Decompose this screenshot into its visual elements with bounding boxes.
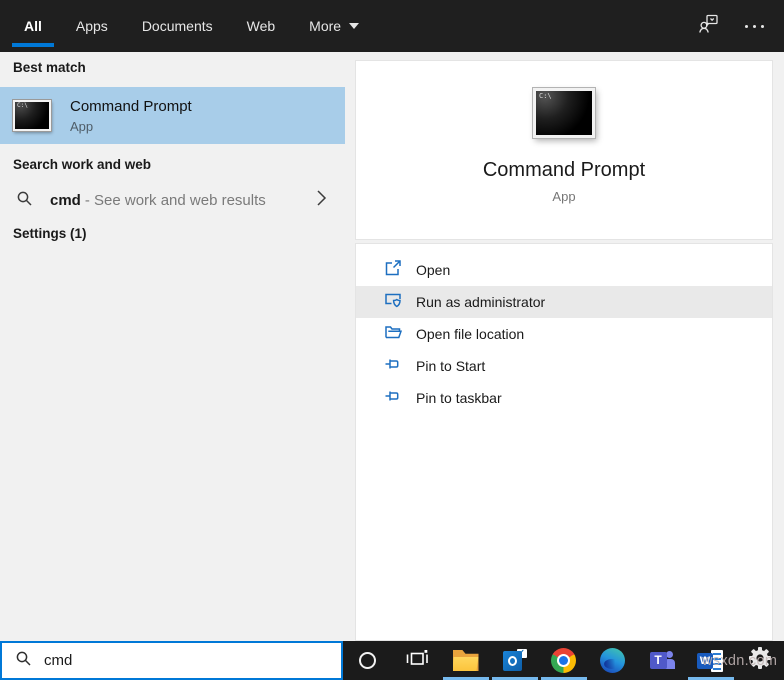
pin-icon [384, 355, 402, 378]
search-flyout-topbar: All Apps Documents Web More [0, 0, 784, 52]
open-icon [384, 259, 402, 282]
search-web-header: Search work and web [13, 157, 152, 172]
terminal-prompt-text: C:\ [17, 102, 28, 109]
query-text: cmd [50, 192, 81, 209]
chevron-right-icon[interactable] [316, 189, 327, 212]
action-open-label: Open [416, 262, 451, 278]
search-icon [15, 650, 32, 672]
best-match-subtitle: App [70, 118, 94, 134]
best-match-text: Command Prompt App [70, 98, 192, 134]
action-pin-to-start[interactable]: Pin to Start [356, 350, 772, 382]
results-panel: Best match C:\ Command Prompt App Search… [0, 52, 345, 641]
command-prompt-icon-large: C:\ [533, 88, 595, 138]
web-search-result-row[interactable]: cmd - See work and web results [0, 182, 345, 219]
open-app-indicator [688, 676, 734, 680]
tab-apps[interactable]: Apps [74, 0, 110, 52]
tab-web[interactable]: Web [245, 0, 278, 52]
tab-documents[interactable]: Documents [140, 0, 215, 52]
cortana-icon [359, 652, 376, 669]
search-icon [16, 190, 33, 212]
action-open-file-location-label: Open file location [416, 326, 525, 342]
tab-documents-label: Documents [141, 18, 213, 34]
chevron-down-icon [349, 23, 360, 29]
action-pin-to-taskbar[interactable]: Pin to taskbar [356, 382, 772, 414]
tab-web-label: Web [246, 18, 276, 34]
taskbar-chrome-button[interactable] [539, 641, 588, 680]
command-prompt-icon: C:\ [13, 100, 51, 131]
web-search-suffix: - See work and web results [84, 192, 266, 209]
teams-icon: T [649, 649, 675, 673]
action-pin-to-start-label: Pin to Start [416, 358, 486, 374]
feedback-icon[interactable] [697, 12, 721, 41]
action-open-file-location[interactable]: Open file location [356, 318, 772, 350]
run-as-admin-shield-icon [384, 291, 402, 314]
search-filter-tabs: All Apps Documents Web More [0, 0, 361, 52]
tab-more[interactable]: More [307, 0, 361, 52]
action-pin-to-taskbar-label: Pin to taskbar [416, 390, 502, 406]
more-options-icon[interactable] [745, 24, 764, 28]
taskbar-search-box[interactable] [0, 641, 343, 680]
best-match-result-command-prompt[interactable]: C:\ Command Prompt App [0, 87, 345, 144]
open-app-indicator [492, 676, 538, 680]
action-open[interactable]: Open [356, 254, 772, 286]
watermark: wsxdn.com [702, 653, 778, 669]
chrome-icon [551, 648, 576, 673]
best-match-header: Best match [13, 60, 86, 75]
taskbar-edge-button[interactable] [588, 641, 637, 680]
task-view-icon [404, 645, 430, 676]
tab-all-label: All [24, 18, 42, 34]
app-title: Command Prompt [482, 159, 646, 181]
taskbar-task-view-button[interactable] [392, 641, 441, 680]
settings-section-header: Settings (1) [13, 226, 87, 241]
search-results-flyout: Best match C:\ Command Prompt App Search… [0, 52, 784, 641]
outlook-icon: ✓ [502, 648, 527, 673]
web-search-query: cmd - See work and web results [50, 192, 266, 209]
terminal-prompt-text: C:\ [539, 92, 552, 100]
file-explorer-icon [452, 650, 479, 671]
edge-icon [600, 648, 625, 673]
app-subtitle: App [552, 189, 576, 204]
open-app-indicator [541, 676, 587, 680]
best-match-title: Command Prompt [70, 97, 192, 115]
taskbar-teams-button[interactable]: T [637, 641, 686, 680]
action-run-as-administrator[interactable]: Run as administrator [356, 286, 772, 318]
tab-more-label: More [309, 18, 342, 34]
taskbar-file-explorer-button[interactable] [441, 641, 490, 680]
search-input[interactable] [44, 652, 294, 669]
action-run-as-administrator-label: Run as administrator [416, 294, 546, 310]
pin-icon [384, 387, 402, 410]
open-folder-icon [384, 323, 403, 346]
app-detail-panel: C:\ Command Prompt App [356, 61, 772, 239]
tab-all[interactable]: All [12, 0, 54, 52]
open-app-indicator [443, 676, 489, 680]
tab-apps-label: Apps [75, 18, 108, 34]
taskbar-cortana-button[interactable] [343, 641, 392, 680]
app-actions-panel: Open Run as administrator Open file loca… [356, 244, 772, 640]
taskbar-outlook-button[interactable]: ✓ [490, 641, 539, 680]
